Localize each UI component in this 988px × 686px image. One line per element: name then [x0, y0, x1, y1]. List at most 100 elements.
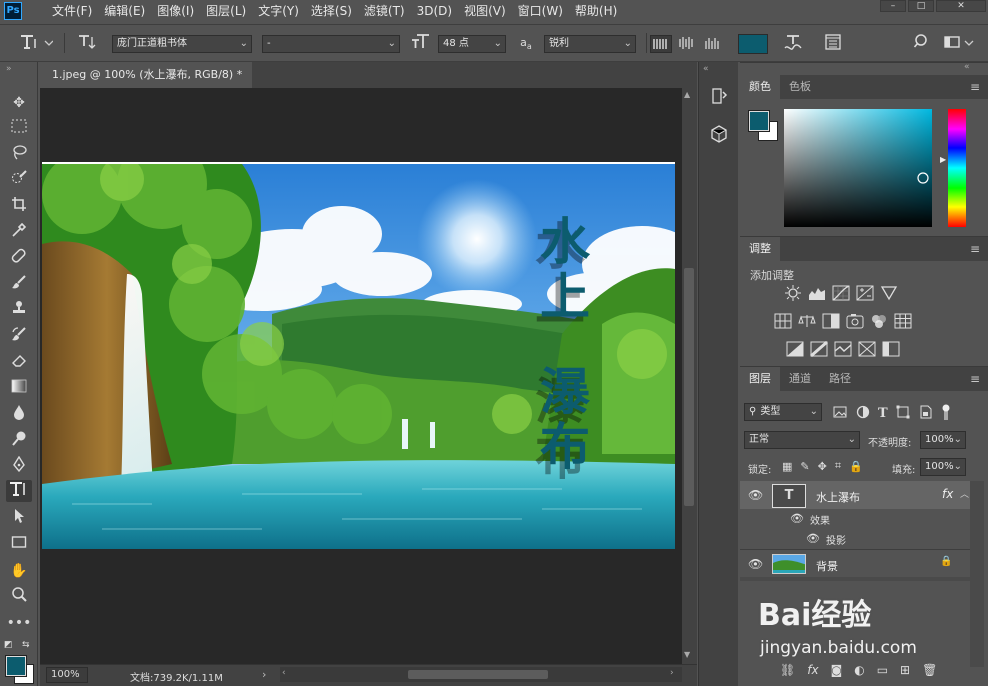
- search-icon[interactable]: [912, 33, 932, 58]
- eyedropper-tool-icon[interactable]: [6, 222, 32, 244]
- invert-icon[interactable]: [786, 341, 804, 360]
- menu-help[interactable]: 帮助(H): [569, 0, 623, 22]
- panel-menu-icon[interactable]: ≡: [970, 80, 980, 94]
- menu-3d[interactable]: 3D(D): [411, 0, 458, 22]
- tab-color[interactable]: 颜色: [740, 75, 780, 99]
- close-window-icon[interactable]: ✕: [936, 0, 986, 12]
- photo-filter-icon[interactable]: [846, 313, 864, 332]
- foreground-color-swatch[interactable]: [5, 655, 27, 677]
- visibility-eye-icon[interactable]: 👁: [748, 557, 763, 571]
- menu-view[interactable]: 视图(V): [458, 0, 512, 22]
- lock-position-icon[interactable]: ✥: [818, 460, 827, 473]
- opacity-field[interactable]: 100% ⌄: [920, 431, 966, 449]
- filter-smart-object-icon[interactable]: [918, 404, 934, 423]
- menu-file[interactable]: 文件(F): [46, 0, 98, 22]
- pen-tool-icon[interactable]: [6, 455, 32, 478]
- color-panel-foreground-swatch[interactable]: [748, 110, 770, 132]
- swap-colors-icon[interactable]: ⇆: [22, 640, 30, 650]
- antialias-select[interactable]: 锐利 ⌄: [544, 35, 636, 53]
- collapse-toolbar-icon[interactable]: »: [6, 64, 12, 74]
- delete-layer-icon[interactable]: 🗑: [922, 663, 937, 677]
- menu-type[interactable]: 文字(Y): [252, 0, 305, 22]
- font-family-select[interactable]: 庞门正道粗书体 ⌄: [112, 35, 252, 53]
- tab-channels[interactable]: 通道: [780, 367, 820, 391]
- crop-tool-icon[interactable]: [6, 196, 32, 218]
- lock-all-icon[interactable]: 🔒: [849, 460, 863, 473]
- fill-field[interactable]: 100% ⌄: [920, 458, 966, 476]
- align-right-icon[interactable]: [702, 35, 724, 53]
- filter-shape-icon[interactable]: [895, 404, 911, 423]
- color-balance-icon[interactable]: [798, 313, 816, 332]
- zoom-level-field[interactable]: 100%: [46, 667, 88, 683]
- color-picker-field[interactable]: [784, 109, 932, 227]
- lasso-tool-icon[interactable]: [6, 144, 32, 166]
- tab-swatches[interactable]: 色板: [780, 75, 820, 99]
- layer-filter-select[interactable]: ⚲ 类型 ⌄: [744, 403, 822, 421]
- menu-filter[interactable]: 滤镜(T): [358, 0, 411, 22]
- gradient-tool-icon[interactable]: [6, 378, 32, 400]
- character-panel-icon[interactable]: [822, 33, 844, 58]
- font-size-select[interactable]: 48 点 ⌄: [438, 35, 506, 53]
- black-white-icon[interactable]: [822, 313, 840, 332]
- curves-icon[interactable]: [832, 285, 850, 304]
- panel-menu-icon[interactable]: ≡: [970, 372, 980, 386]
- collapse-panels-icon[interactable]: «: [964, 62, 970, 72]
- tab-adjustments[interactable]: 调整: [740, 237, 780, 261]
- new-adjustment-layer-icon[interactable]: ◐: [854, 663, 864, 677]
- brightness-contrast-icon[interactable]: [784, 285, 802, 304]
- brush-tool-icon[interactable]: [6, 274, 32, 296]
- layer-name[interactable]: 背景: [816, 558, 838, 574]
- panel-menu-icon[interactable]: ≡: [970, 242, 980, 256]
- layer-row-text[interactable]: 👁 T 水上瀑布 fx ︿: [740, 481, 970, 509]
- blend-mode-select[interactable]: 正常 ⌄: [744, 431, 860, 449]
- hscroll-thumb[interactable]: [408, 670, 548, 679]
- hue-saturation-icon[interactable]: [774, 313, 792, 332]
- history-panel-icon[interactable]: [709, 86, 729, 106]
- text-orientation-icon[interactable]: [74, 33, 98, 58]
- hand-tool-icon[interactable]: ✋: [6, 560, 32, 582]
- move-tool-icon[interactable]: ✥: [6, 92, 32, 114]
- new-group-icon[interactable]: ▭: [877, 663, 888, 677]
- scroll-left-icon[interactable]: ‹: [282, 668, 286, 678]
- warp-text-icon[interactable]: [782, 33, 804, 60]
- 3d-panel-icon[interactable]: [709, 124, 729, 144]
- type-tool-icon[interactable]: [6, 480, 32, 502]
- default-colors-icon[interactable]: ◩: [4, 640, 13, 650]
- vertical-scrollbar[interactable]: ▲ ▼: [682, 88, 697, 664]
- filter-type-icon[interactable]: T: [878, 406, 888, 421]
- vibrance-icon[interactable]: [880, 285, 898, 304]
- zoom-tool-icon[interactable]: [6, 586, 32, 608]
- gradient-map-icon[interactable]: [882, 341, 900, 360]
- lock-pixels-icon[interactable]: ✎: [800, 460, 809, 473]
- document-tab[interactable]: 1.jpeg @ 100% (水上瀑布, RGB/8) * ×: [40, 62, 252, 107]
- rectangle-tool-icon[interactable]: [6, 534, 32, 556]
- layers-scrollbar[interactable]: [970, 481, 984, 667]
- quick-selection-tool-icon[interactable]: [6, 170, 32, 192]
- layer-row-background[interactable]: 👁 背景 🔒: [740, 549, 970, 577]
- blur-tool-icon[interactable]: [6, 404, 32, 426]
- horizontal-scrollbar[interactable]: ‹ ›: [280, 667, 682, 682]
- menu-image[interactable]: 图像(I): [151, 0, 200, 22]
- levels-icon[interactable]: [808, 285, 826, 304]
- scroll-right-icon[interactable]: ›: [670, 668, 674, 678]
- layer-effects-badge[interactable]: fx: [942, 487, 953, 501]
- path-selection-tool-icon[interactable]: [6, 508, 32, 530]
- lock-artboard-icon[interactable]: ⌗: [835, 459, 841, 473]
- lock-transparent-icon[interactable]: ▦: [782, 460, 792, 473]
- text-color-swatch[interactable]: [738, 34, 768, 54]
- hue-slider-marker-icon[interactable]: ▶: [940, 155, 946, 164]
- history-brush-tool-icon[interactable]: [6, 326, 32, 348]
- align-left-icon[interactable]: [650, 35, 672, 53]
- layer-name[interactable]: 水上瀑布: [816, 489, 860, 505]
- selective-color-icon[interactable]: [858, 341, 876, 360]
- document-canvas[interactable]: 水上瀑布 水上瀑布: [42, 162, 675, 549]
- clone-stamp-tool-icon[interactable]: [6, 300, 32, 322]
- exposure-icon[interactable]: [856, 285, 874, 304]
- threshold-icon[interactable]: [834, 341, 852, 360]
- marquee-tool-icon[interactable]: [6, 118, 32, 140]
- add-mask-icon[interactable]: ◙: [831, 663, 843, 677]
- collapse-effects-icon[interactable]: ︿: [960, 487, 969, 500]
- minimize-icon[interactable]: –: [880, 0, 906, 12]
- drop-shadow-effect-row[interactable]: 👁 投影: [740, 529, 970, 549]
- menu-window[interactable]: 窗口(W): [512, 0, 569, 22]
